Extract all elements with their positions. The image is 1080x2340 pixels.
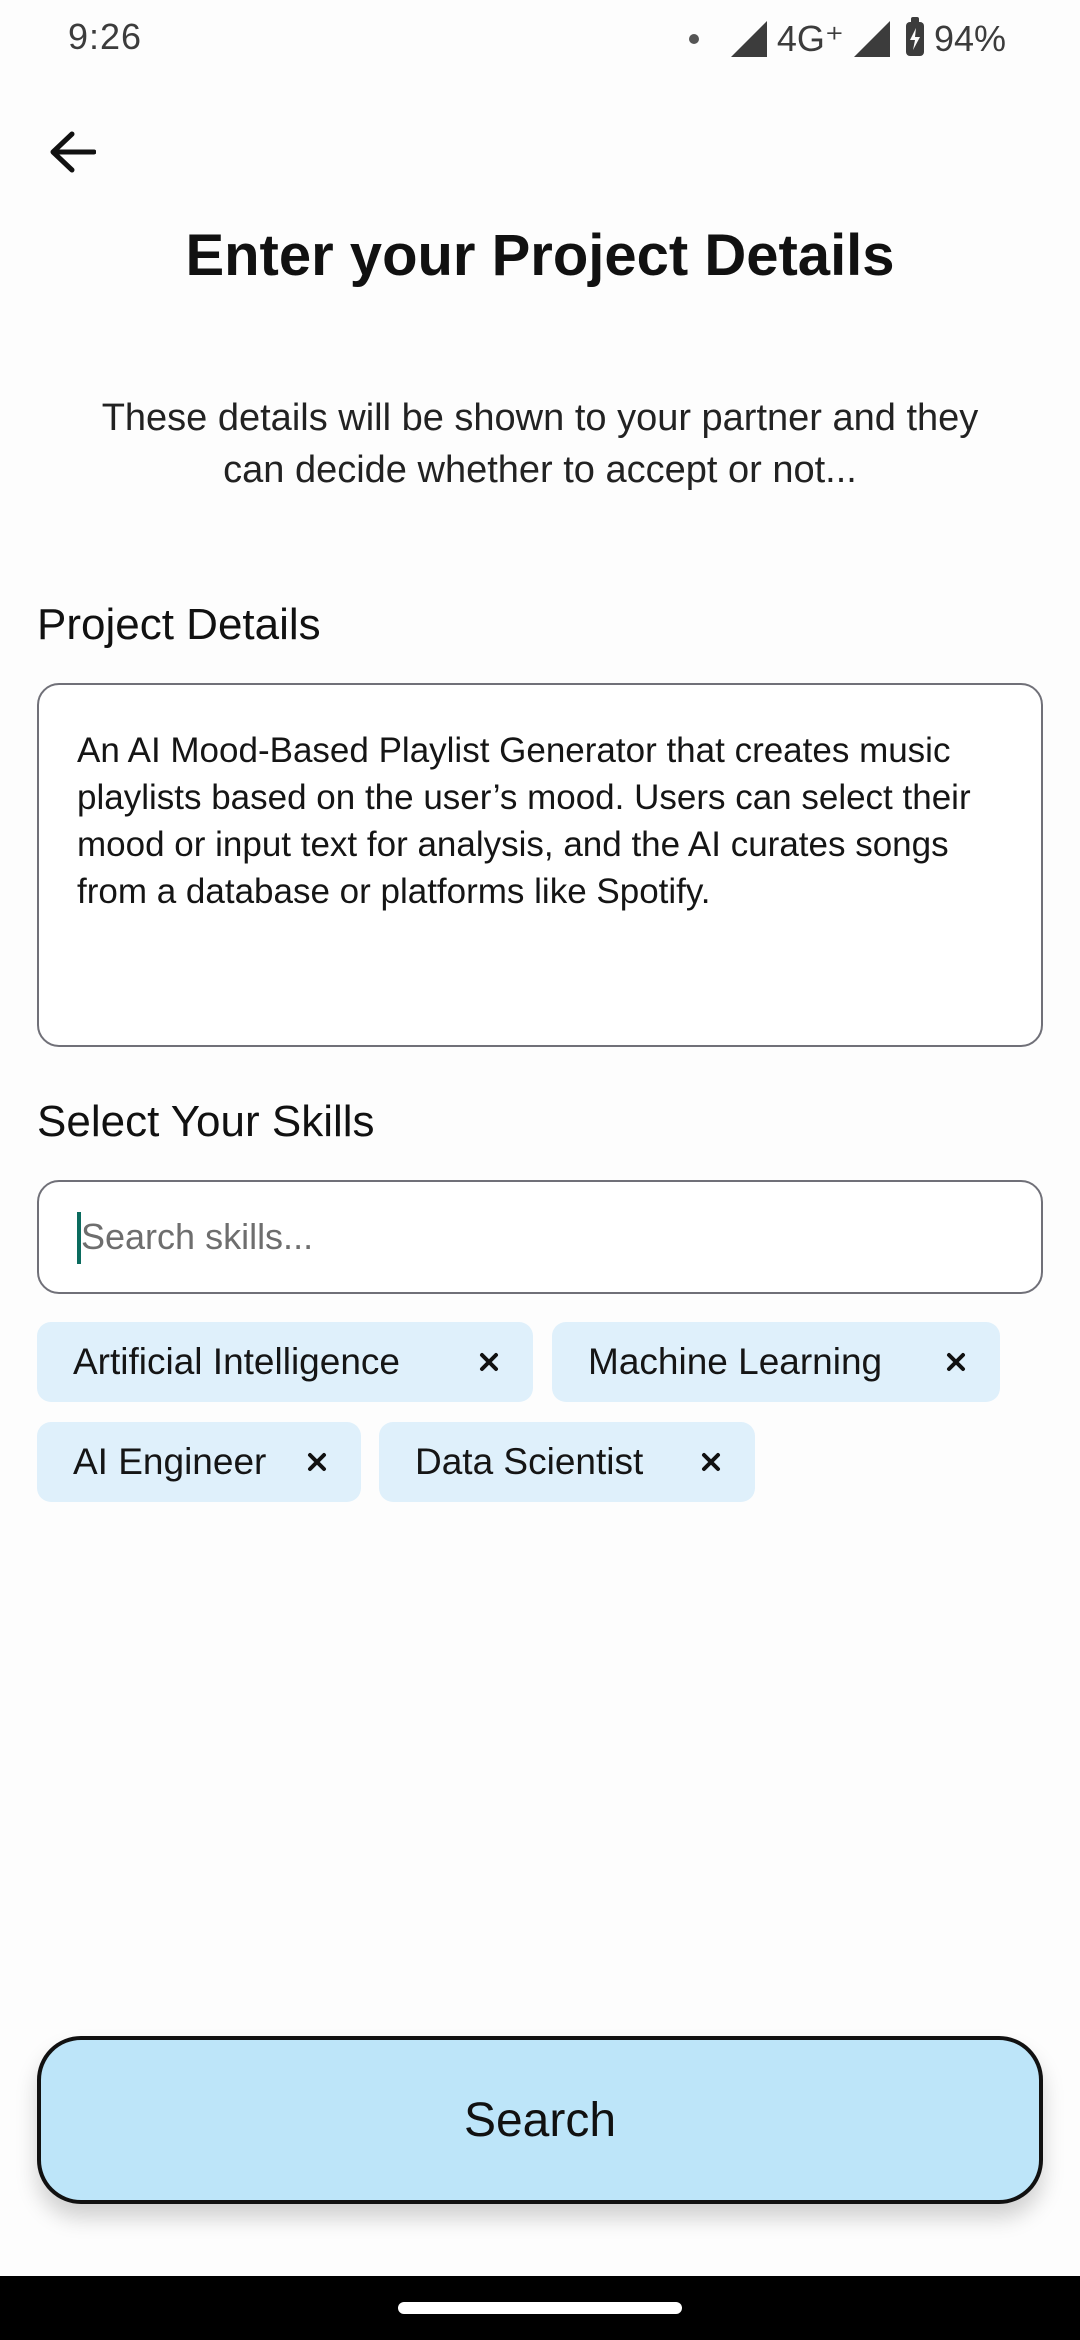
- status-icons: 4G⁺ 94%: [688, 14, 1006, 64]
- skill-chip-label: Artificial Intelligence: [73, 1341, 400, 1382]
- remove-icon[interactable]: [479, 1352, 499, 1372]
- remove-icon[interactable]: [946, 1352, 966, 1372]
- back-button[interactable]: [40, 120, 104, 184]
- skills-search-input[interactable]: [77, 1182, 1001, 1292]
- home-indicator[interactable]: [398, 2302, 682, 2314]
- text-cursor: [77, 1212, 81, 1264]
- battery-percent: 94%: [933, 18, 1006, 59]
- skill-chip-label: AI Engineer: [73, 1441, 267, 1482]
- skill-chip-label: Machine Learning: [588, 1341, 883, 1382]
- skills-search-box[interactable]: [37, 1180, 1043, 1294]
- skills-label: Select Your Skills: [37, 1097, 375, 1146]
- project-details-label: Project Details: [37, 600, 321, 649]
- network-type: 4G⁺: [776, 18, 844, 59]
- notification-dot-icon: [688, 34, 699, 44]
- skill-chip[interactable]: Artificial Intelligence: [37, 1322, 533, 1402]
- status-time: 9:26: [68, 16, 143, 57]
- battery-icon: [905, 17, 924, 56]
- skill-chip[interactable]: Machine Learning: [552, 1322, 1000, 1402]
- page-title: Enter your Project Details: [185, 223, 895, 288]
- screen: 9:26 4G⁺ 94% Enter your Project Details …: [0, 0, 1080, 2340]
- charging-bolt-icon: [909, 28, 920, 50]
- project-details-field[interactable]: An AI Mood-Based Playlist Generator that…: [37, 683, 1043, 1047]
- skill-chip[interactable]: AI Engineer: [37, 1422, 361, 1502]
- wifi-signal-icon: [730, 21, 767, 57]
- skill-chip-label: Data Scientist: [415, 1441, 644, 1482]
- cell-signal-icon: [853, 21, 890, 57]
- search-button[interactable]: Search: [37, 2036, 1043, 2204]
- skill-chip[interactable]: Data Scientist: [379, 1422, 755, 1502]
- remove-icon[interactable]: [701, 1452, 721, 1472]
- page-subtitle: These details will be shown to your part…: [101, 397, 979, 491]
- remove-icon[interactable]: [307, 1452, 327, 1472]
- arrow-back-icon: [50, 131, 96, 173]
- status-bar: 9:26 4G⁺ 94%: [0, 0, 1080, 80]
